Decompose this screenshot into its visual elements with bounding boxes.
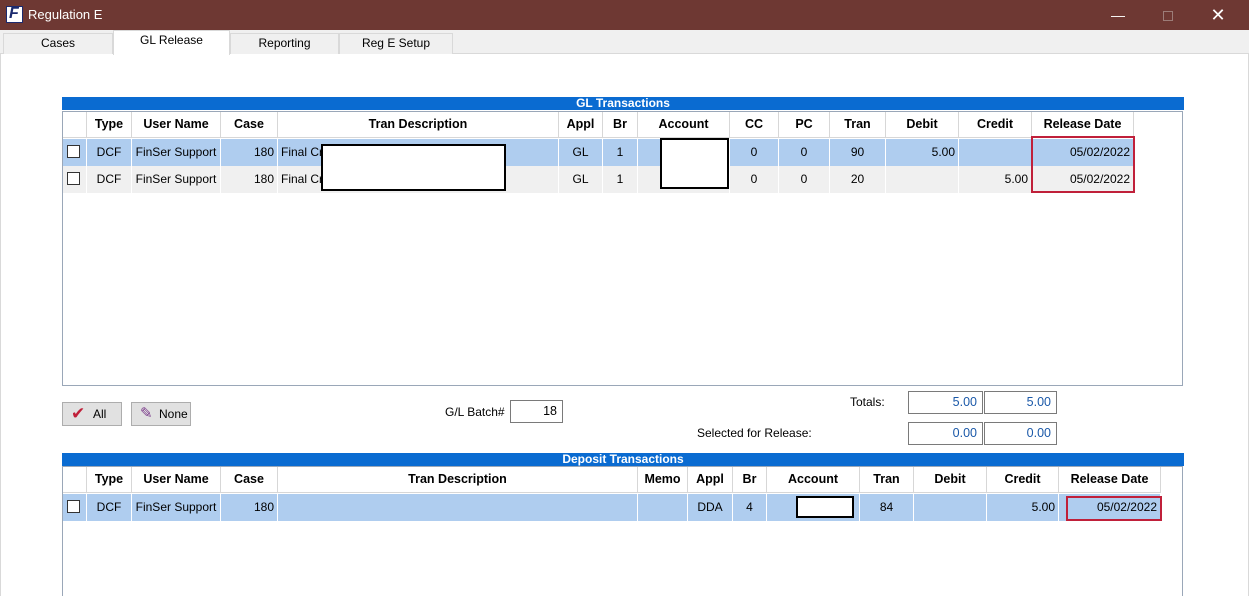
- maximize-button[interactable]: [1143, 0, 1193, 30]
- dep-col-memo[interactable]: Memo: [638, 467, 688, 493]
- cell-pc: 0: [779, 139, 830, 166]
- cell-br: 1: [603, 139, 638, 166]
- redacted-account: [660, 138, 729, 189]
- dep-col-type[interactable]: Type: [87, 467, 132, 493]
- gl-transactions-grid: Type User Name Case Tran Description App…: [62, 111, 1183, 386]
- cell-credit: [959, 139, 1032, 166]
- totals-label: Totals:: [850, 395, 885, 409]
- dep-col-tran[interactable]: Tran: [860, 467, 914, 493]
- release-date-highlight: [1066, 496, 1162, 521]
- cell-user-name: FinSer Support: [132, 166, 221, 193]
- gl-transactions-title: GL Transactions: [62, 97, 1184, 110]
- cell-case: 180: [221, 166, 278, 193]
- cell-tran-description: [278, 494, 638, 521]
- selected-for-release-label: Selected for Release:: [697, 426, 812, 440]
- release-date-highlight: [1031, 136, 1135, 193]
- tab-reporting[interactable]: Reporting: [230, 33, 339, 54]
- cell-tran: 84: [860, 494, 914, 521]
- tab-strip: Cases GL Release Reporting Reg E Setup: [0, 30, 1249, 55]
- cell-tran: 20: [830, 166, 886, 193]
- deposit-transactions-grid: Type User Name Case Tran Description Mem…: [62, 466, 1183, 596]
- gl-col-br[interactable]: Br: [603, 112, 638, 138]
- cell-tran: 90: [830, 139, 886, 166]
- cell-type: DCF: [87, 494, 132, 521]
- tab-gl-release[interactable]: GL Release: [113, 30, 230, 55]
- minimize-icon: —: [1111, 7, 1125, 23]
- gl-col-appl[interactable]: Appl: [559, 112, 603, 138]
- dep-col-case[interactable]: Case: [221, 467, 278, 493]
- row-checkbox[interactable]: [67, 145, 80, 158]
- window-title: Regulation E: [28, 7, 103, 22]
- totals-credit-field: 5.00: [984, 391, 1057, 414]
- gl-col-type[interactable]: Type: [87, 112, 132, 138]
- row-checkbox[interactable]: [67, 172, 80, 185]
- gl-col-tran[interactable]: Tran: [830, 112, 886, 138]
- row-checkbox[interactable]: [67, 500, 80, 513]
- cell-memo: [638, 494, 688, 521]
- close-icon: ✕: [1210, 5, 1226, 25]
- minimize-button[interactable]: —: [1093, 0, 1143, 30]
- redacted-account: [796, 496, 854, 518]
- table-row[interactable]: DCF FinSer Support 180 Final Cr GL 1 0 0…: [63, 139, 1134, 166]
- cell-type: DCF: [87, 139, 132, 166]
- dep-col-account[interactable]: Account: [767, 467, 860, 493]
- gl-col-credit[interactable]: Credit: [959, 112, 1032, 138]
- checkmark-icon: ✔: [71, 404, 86, 423]
- selected-credit-field: 0.00: [984, 422, 1057, 445]
- gl-col-pc[interactable]: PC: [779, 112, 830, 138]
- cell-type: DCF: [87, 166, 132, 193]
- gl-batch-label: G/L Batch#: [445, 405, 505, 419]
- cell-br: 1: [603, 166, 638, 193]
- cell-debit: [886, 166, 959, 193]
- cell-case: 180: [221, 494, 278, 521]
- cell-cc: 0: [730, 139, 779, 166]
- deposit-transactions-title: Deposit Transactions: [62, 453, 1184, 466]
- eraser-icon: ✎: [140, 405, 153, 422]
- cell-user-name: FinSer Support: [132, 139, 221, 166]
- gl-col-user-name[interactable]: User Name: [132, 112, 221, 138]
- cell-br: 4: [733, 494, 767, 521]
- dep-col-debit[interactable]: Debit: [914, 467, 987, 493]
- cell-user-name: FinSer Support: [132, 494, 221, 521]
- cell-appl: GL: [559, 166, 603, 193]
- gl-batch-input[interactable]: 18: [510, 400, 563, 423]
- dep-col-br[interactable]: Br: [733, 467, 767, 493]
- select-none-button[interactable]: ✎ None: [131, 402, 191, 426]
- dep-col-user-name[interactable]: User Name: [132, 467, 221, 493]
- cell-appl: DDA: [688, 494, 733, 521]
- cell-case: 180: [221, 139, 278, 166]
- dep-col-appl[interactable]: Appl: [688, 467, 733, 493]
- gl-col-cc[interactable]: CC: [730, 112, 779, 138]
- dep-col-select: [63, 467, 87, 493]
- table-row[interactable]: DCF FinSer Support 180 DDA 4 84 5.00 05/…: [63, 494, 1161, 521]
- cell-cc: 0: [730, 166, 779, 193]
- gl-col-debit[interactable]: Debit: [886, 112, 959, 138]
- gl-col-select: [63, 112, 87, 138]
- title-bar: F Regulation E — ✕: [0, 0, 1249, 30]
- maximize-icon: [1163, 11, 1173, 22]
- redacted-description: [321, 144, 506, 191]
- dep-col-tran-description[interactable]: Tran Description: [278, 467, 638, 493]
- close-button[interactable]: ✕: [1193, 0, 1243, 30]
- gl-col-tran-description[interactable]: Tran Description: [278, 112, 559, 138]
- cell-debit: 5.00: [886, 139, 959, 166]
- select-all-button[interactable]: ✔ All: [62, 402, 122, 426]
- gl-col-account[interactable]: Account: [638, 112, 730, 138]
- cell-debit: [914, 494, 987, 521]
- gl-col-release-date[interactable]: Release Date: [1032, 112, 1134, 138]
- selected-debit-field: 0.00: [908, 422, 983, 445]
- tab-reg-e-setup[interactable]: Reg E Setup: [339, 33, 453, 54]
- app-logo-icon: F: [6, 5, 23, 23]
- cell-pc: 0: [779, 166, 830, 193]
- dep-col-release-date[interactable]: Release Date: [1059, 467, 1161, 493]
- table-row[interactable]: DCF FinSer Support 180 Final Cr GL 1 0 0…: [63, 166, 1134, 193]
- cell-appl: GL: [559, 139, 603, 166]
- cell-credit: 5.00: [959, 166, 1032, 193]
- cell-credit: 5.00: [987, 494, 1059, 521]
- dep-col-credit[interactable]: Credit: [987, 467, 1059, 493]
- tab-cases[interactable]: Cases: [3, 33, 113, 54]
- totals-debit-field: 5.00: [908, 391, 983, 414]
- gl-col-case[interactable]: Case: [221, 112, 278, 138]
